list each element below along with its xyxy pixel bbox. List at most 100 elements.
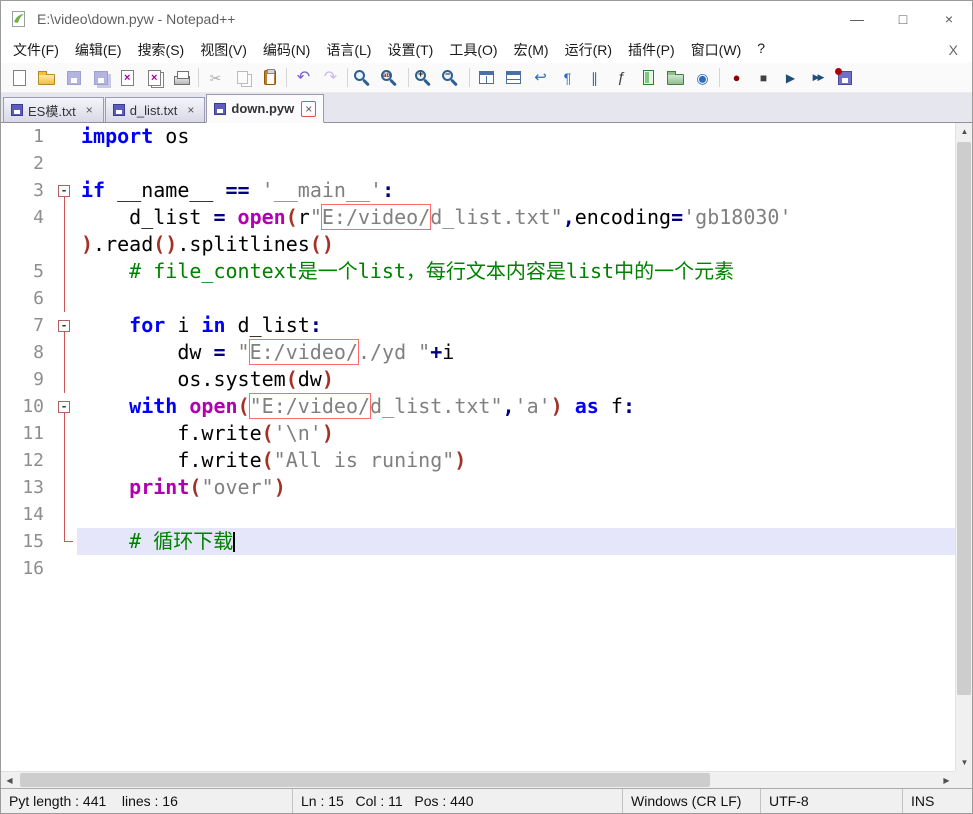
line-number-margin[interactable]: 15 [1, 528, 53, 555]
fold-margin[interactable]: - [53, 393, 77, 420]
code-line[interactable] [77, 150, 955, 177]
undo-button[interactable]: ↶ [290, 65, 317, 90]
fold-margin[interactable] [53, 501, 77, 528]
menu-item-6[interactable]: 设置(T) [379, 37, 441, 63]
fold-margin[interactable] [53, 339, 77, 366]
fold-margin[interactable] [53, 123, 77, 150]
fold-margin[interactable] [53, 447, 77, 474]
horizontal-scroll-track[interactable] [18, 772, 938, 788]
macro-save-button[interactable] [831, 65, 858, 90]
line-number-margin[interactable]: 12 [1, 447, 53, 474]
sync-vertical-scrolling-button[interactable] [473, 65, 500, 90]
sync-horizontal-scrolling-button[interactable] [500, 65, 527, 90]
tab-2[interactable]: down.pyw × [206, 94, 325, 123]
menu-item-1[interactable]: 编辑(E) [67, 37, 130, 63]
title-bar[interactable]: E:\video\down.pyw - Notepad++ — □ × [1, 1, 972, 37]
code-line[interactable]: for i in d_list: [77, 312, 955, 339]
fold-margin[interactable] [53, 204, 77, 231]
code-line[interactable]: f.write("All is runing") [77, 447, 955, 474]
status-section-1[interactable]: Ln : 15 Col : 11 Pos : 440 [292, 789, 622, 813]
folder-as-workspace-button[interactable] [662, 65, 689, 90]
save-file-button[interactable] [60, 65, 87, 90]
code-line[interactable]: import os [77, 123, 955, 150]
menu-item-8[interactable]: 宏(M) [506, 37, 557, 63]
line-number-margin[interactable]: 10 [1, 393, 53, 420]
code-line[interactable] [77, 555, 955, 582]
macro-run-multiple-button[interactable]: ▶▶ [804, 65, 831, 90]
close-file-button[interactable] [114, 65, 141, 90]
print-button[interactable] [168, 65, 195, 90]
code-line[interactable]: # 循环下载 [77, 528, 955, 555]
code-line[interactable] [77, 285, 955, 312]
maximize-button[interactable]: □ [880, 1, 926, 37]
macro-play-button[interactable]: ▶ [777, 65, 804, 90]
fold-margin[interactable] [53, 555, 77, 582]
close-all-button[interactable] [141, 65, 168, 90]
save-all-button[interactable] [87, 65, 114, 90]
copy-button[interactable] [229, 65, 256, 90]
status-section-3[interactable]: UTF-8 [760, 789, 902, 813]
line-number-margin[interactable]: 7 [1, 312, 53, 339]
new-file-button[interactable] [6, 65, 33, 90]
line-number-margin[interactable]: 14 [1, 501, 53, 528]
document-map-button[interactable] [635, 65, 662, 90]
vertical-scroll-track[interactable] [956, 140, 972, 754]
fold-margin[interactable]: - [53, 177, 77, 204]
line-number-margin[interactable]: 8 [1, 339, 53, 366]
fold-margin[interactable] [53, 285, 77, 312]
fold-margin[interactable] [53, 150, 77, 177]
fold-margin[interactable]: - [53, 312, 77, 339]
code-line[interactable]: with open("E:/video/d_list.txt",'a') as … [77, 393, 955, 420]
status-section-4[interactable]: INS [902, 789, 972, 813]
vertical-scroll-thumb[interactable] [957, 142, 971, 695]
menu-item-7[interactable]: 工具(O) [441, 37, 505, 63]
menu-item-10[interactable]: 插件(P) [620, 37, 683, 63]
code-line[interactable]: d_list = open(r"E:/video/d_list.txt",enc… [77, 204, 955, 231]
tab-close-icon[interactable]: × [184, 103, 197, 117]
paste-button[interactable] [256, 65, 283, 90]
menu-close-x[interactable]: X [935, 42, 972, 58]
fold-margin[interactable] [53, 528, 77, 555]
function-list-button[interactable]: ƒ [608, 65, 635, 90]
word-wrap-button[interactable]: ↩ [527, 65, 554, 90]
zoom-in-button[interactable] [412, 65, 439, 90]
show-all-characters-button[interactable]: ¶ [554, 65, 581, 90]
menu-item-3[interactable]: 视图(V) [192, 37, 255, 63]
scroll-down-icon[interactable]: ▼ [956, 754, 973, 771]
code-line[interactable]: # file_context是一个list，每行文本内容是list中的一个元素 [77, 258, 955, 285]
horizontal-scrollbar[interactable]: ◀ ▶ [1, 771, 955, 788]
line-number-margin[interactable] [1, 231, 53, 258]
code-line[interactable] [77, 501, 955, 528]
code-line[interactable]: ).read().splitlines() [77, 231, 955, 258]
notepadpp-logo-icon[interactable] [9, 9, 29, 29]
vertical-scrollbar[interactable]: ▲ ▼ [955, 123, 972, 771]
tab-0[interactable]: ES模.txt × [3, 97, 104, 122]
menu-item-2[interactable]: 搜索(S) [130, 37, 193, 63]
menu-item-0[interactable]: 文件(F) [5, 37, 67, 63]
line-number-margin[interactable]: 2 [1, 150, 53, 177]
line-number-margin[interactable]: 11 [1, 420, 53, 447]
tab-1[interactable]: d_list.txt × [104, 97, 206, 122]
code-line[interactable]: if __name__ == '__main__': [77, 177, 955, 204]
menu-item-12[interactable]: ? [749, 37, 773, 63]
scroll-left-icon[interactable]: ◀ [1, 772, 18, 788]
line-number-margin[interactable]: 9 [1, 366, 53, 393]
indent-guide-button[interactable]: ∥ [581, 65, 608, 90]
replace-button[interactable] [378, 65, 405, 90]
fold-margin[interactable] [53, 366, 77, 393]
menu-item-5[interactable]: 语言(L) [318, 37, 379, 63]
menu-item-4[interactable]: 编码(N) [255, 37, 318, 63]
line-number-margin[interactable]: 16 [1, 555, 53, 582]
line-number-margin[interactable]: 4 [1, 204, 53, 231]
horizontal-scroll-thumb[interactable] [20, 773, 710, 787]
status-section-2[interactable]: Windows (CR LF) [622, 789, 760, 813]
scroll-right-icon[interactable]: ▶ [938, 772, 955, 788]
redo-button[interactable]: ↷ [317, 65, 344, 90]
line-number-margin[interactable]: 13 [1, 474, 53, 501]
fold-margin[interactable] [53, 420, 77, 447]
code-line[interactable]: dw = "E:/video/./yd "+i [77, 339, 955, 366]
document-monitor-button[interactable]: ◉ [689, 65, 716, 90]
code-line[interactable]: print("over") [77, 474, 955, 501]
code-line[interactable]: os.system(dw) [77, 366, 955, 393]
fold-margin[interactable] [53, 231, 77, 258]
